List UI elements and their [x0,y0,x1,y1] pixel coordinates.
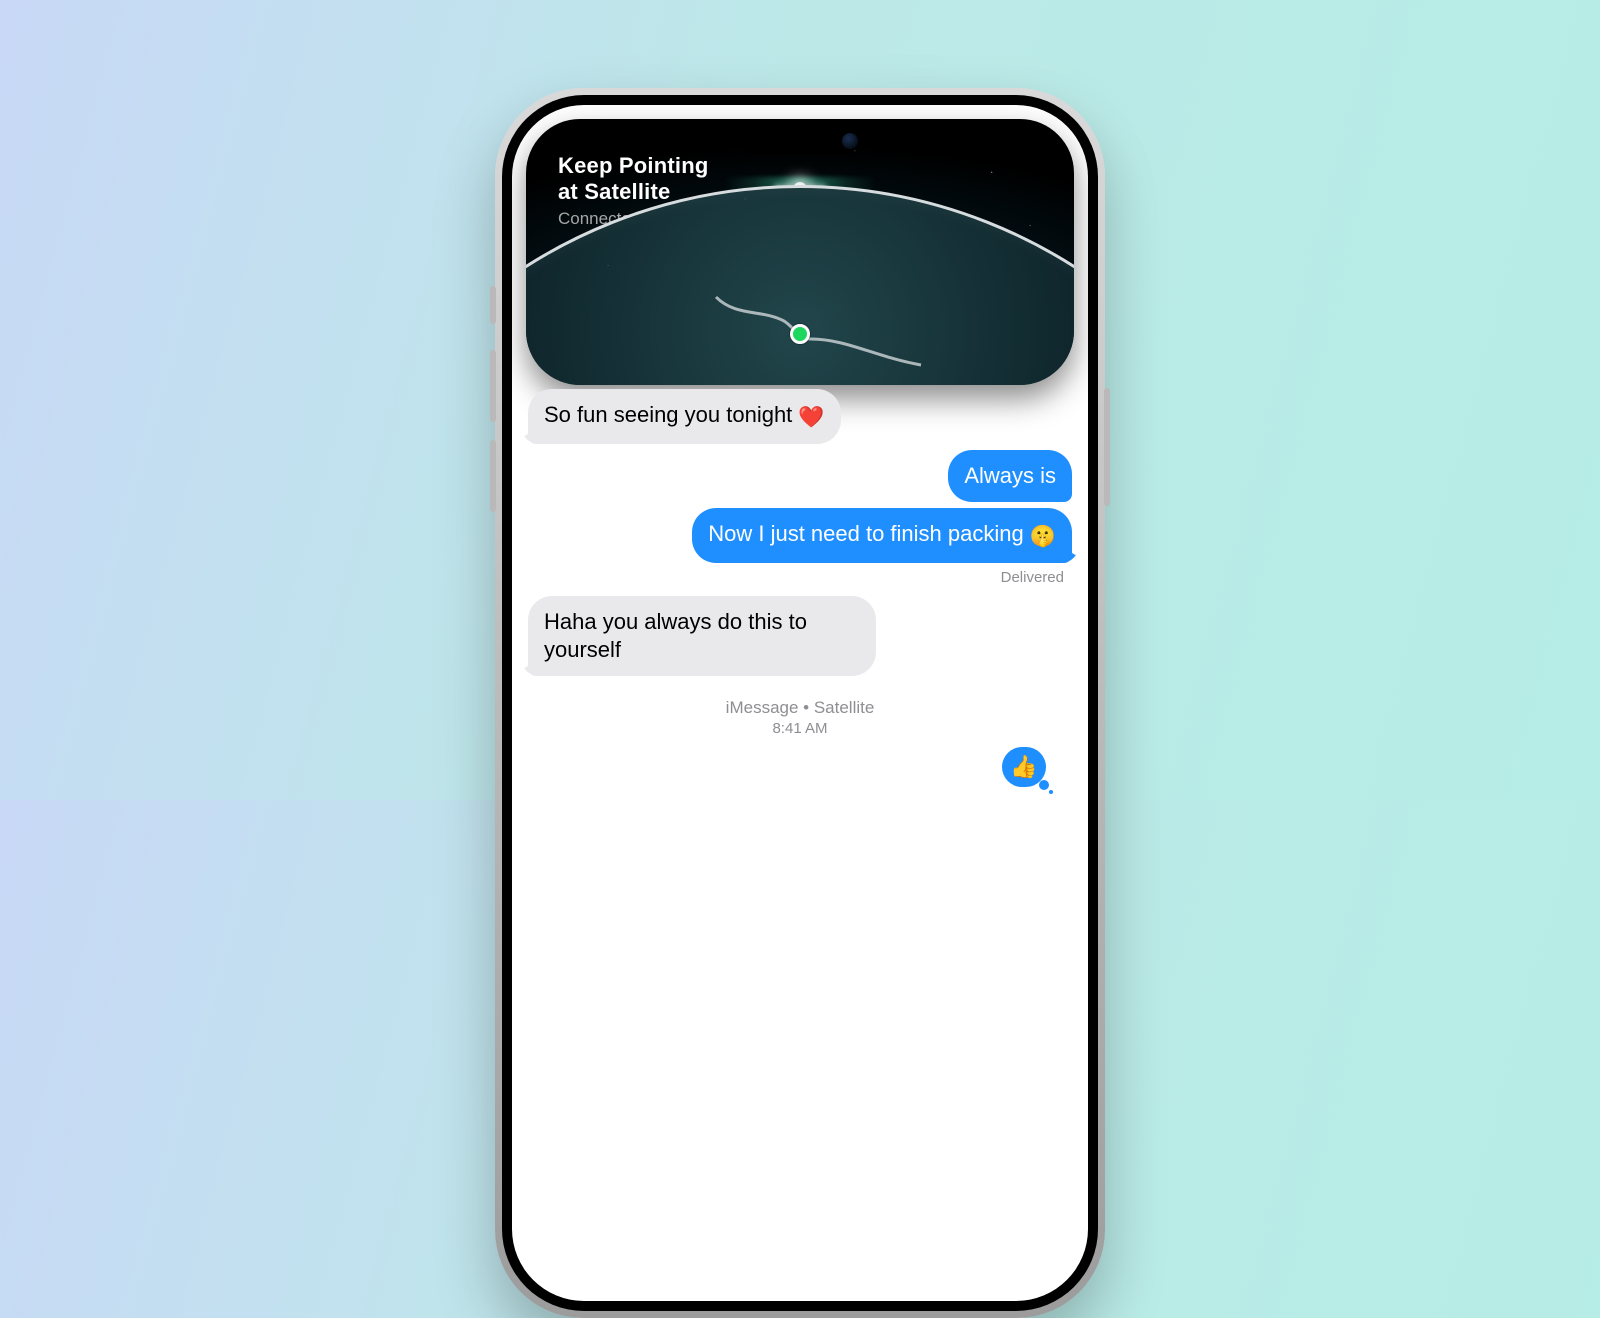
volume-up-button[interactable] [490,350,496,422]
satellite-title-line1: Keep Pointing [558,153,709,178]
phone-screen: Keep Pointing at Satellite Connected [512,105,1088,1301]
message-row-incoming: Haha you always do this to yourself [528,596,1072,676]
message-bubble-outgoing[interactable]: Now I just need to finish packing 🤫 [692,508,1072,563]
thread-meta-time: 8:41 AM [528,720,1072,737]
power-button[interactable] [1104,388,1110,506]
silence-switch[interactable] [490,286,496,324]
message-bubble-incoming[interactable]: Haha you always do this to yourself [528,596,876,676]
tapback-reaction: 👍 [528,747,1072,787]
message-text: Now I just need to finish packing [708,521,1030,546]
delivered-status: Delivered [528,569,1064,586]
message-text: Haha you always do this to yourself [544,609,807,662]
message-text: So fun seeing you tonight [544,402,798,427]
shush-emoji-icon: 🤫 [1030,525,1056,548]
message-row-incoming: So fun seeing you tonight ❤️ [528,389,1072,444]
front-camera-icon [842,133,858,149]
message-row-outgoing: Always is [528,450,1072,502]
location-dot-icon [790,324,810,344]
thread-meta: iMessage • Satellite 8:41 AM [528,698,1072,737]
phone-frame: Keep Pointing at Satellite Connected [495,88,1105,1318]
phone-bezel: Keep Pointing at Satellite Connected [502,95,1098,1311]
thread-meta-label: iMessage • Satellite [528,698,1072,718]
message-text: Always is [964,463,1056,488]
message-thread[interactable]: So fun seeing you tonight ❤️ Always is N… [512,383,1088,1301]
message-row-outgoing: Now I just need to finish packing 🤫 [528,508,1072,563]
message-bubble-incoming[interactable]: So fun seeing you tonight ❤️ [528,389,841,444]
satellite-dynamic-island[interactable]: Keep Pointing at Satellite Connected [526,119,1074,385]
tapback-thumbs-up[interactable]: 👍 [1002,747,1046,787]
volume-down-button[interactable] [490,440,496,512]
message-bubble-outgoing[interactable]: Always is [948,450,1072,502]
heart-emoji-icon: ❤️ [798,406,824,429]
satellite-title-line2: at Satellite [558,179,670,204]
thumbs-up-emoji-icon: 👍 [1010,754,1037,780]
